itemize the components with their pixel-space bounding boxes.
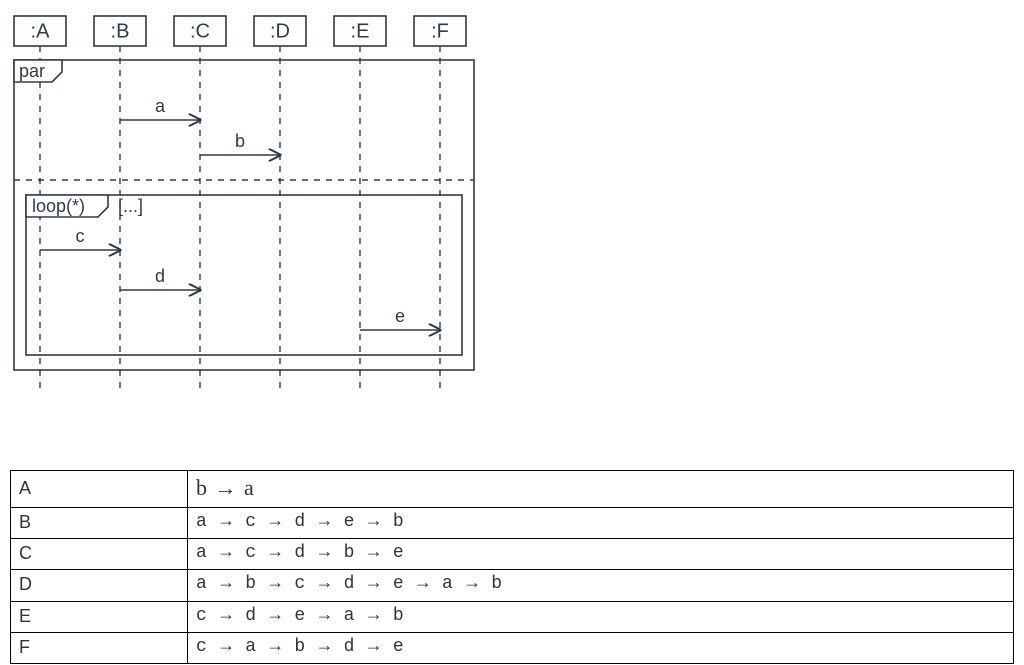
svg-text::E: :E bbox=[351, 20, 370, 42]
svg-text::A: :A bbox=[31, 20, 51, 42]
svg-text::C: :C bbox=[190, 20, 210, 42]
fragment-loop-label: loop(*) bbox=[32, 196, 85, 216]
message-e-label: e bbox=[395, 306, 405, 326]
lifeline-B: :B bbox=[94, 16, 146, 46]
answer-key: C bbox=[11, 538, 188, 569]
fragment-par-label: par bbox=[19, 61, 45, 81]
answer-key: A bbox=[11, 471, 188, 508]
message-c-label: c bbox=[76, 226, 85, 246]
answer-sequence: a → c → d → e → b bbox=[188, 507, 1014, 538]
answer-sequence: a → c → d → b → e bbox=[188, 538, 1014, 569]
answer-options-table: Ab → aBa → c → d → e → bCa → c → d → b →… bbox=[10, 470, 1014, 664]
answer-key: D bbox=[11, 570, 188, 601]
lifeline-E: :E bbox=[334, 16, 386, 46]
answer-sequence: c → a → b → d → e bbox=[188, 632, 1014, 663]
answer-key: E bbox=[11, 601, 188, 632]
message-b-label: b bbox=[235, 131, 245, 151]
lifeline-A: :A bbox=[14, 16, 66, 46]
svg-text::B: :B bbox=[111, 20, 130, 42]
answer-row: Ca → c → d → b → e bbox=[11, 538, 1014, 569]
answer-row: Da → b → c → d → e → a → b bbox=[11, 570, 1014, 601]
answer-sequence: c → d → e → a → b bbox=[188, 601, 1014, 632]
answer-sequence: b → a bbox=[188, 471, 1014, 508]
lifeline-F: :F bbox=[414, 16, 466, 46]
message-d-label: d bbox=[155, 266, 165, 286]
fragment-loop-guard: [...] bbox=[118, 196, 143, 216]
answer-row: Fc → a → b → d → e bbox=[11, 632, 1014, 663]
answer-key: B bbox=[11, 507, 188, 538]
fragment-par: par a b loop(*) [...] bbox=[14, 60, 474, 370]
answer-row: Ab → a bbox=[11, 471, 1014, 508]
answer-row: Ec → d → e → a → b bbox=[11, 601, 1014, 632]
answer-row: Ba → c → d → e → b bbox=[11, 507, 1014, 538]
lifeline-C: :C bbox=[174, 16, 226, 46]
svg-text::F: :F bbox=[431, 20, 449, 42]
answer-key: F bbox=[11, 632, 188, 663]
answer-sequence: a → b → c → d → e → a → b bbox=[188, 570, 1014, 601]
uml-sequence-diagram: :A :B :C :D :E :F bbox=[10, 10, 510, 400]
lifeline-D: :D bbox=[254, 16, 306, 46]
fragment-loop: loop(*) [...] c d e bbox=[26, 195, 462, 355]
message-a-label: a bbox=[155, 96, 166, 116]
svg-text::D: :D bbox=[270, 20, 290, 42]
